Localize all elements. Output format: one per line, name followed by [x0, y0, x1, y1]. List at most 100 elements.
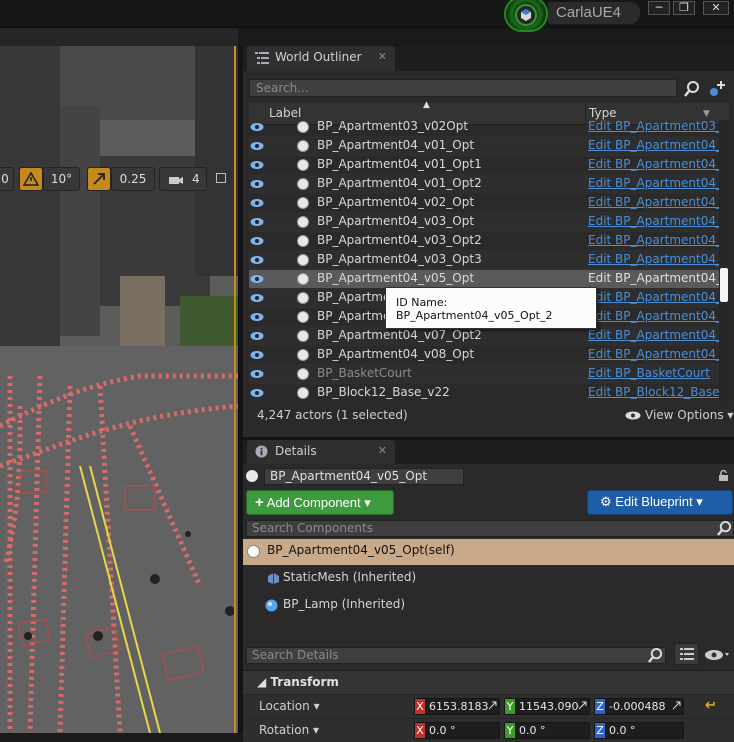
scale-snap-value[interactable]: 0.25	[111, 167, 155, 191]
tab-details[interactable]: Details ✕	[247, 440, 395, 464]
outliner-row[interactable]: BP_Apartment04_v03_Opt3 Edit BP_Apartment…	[249, 251, 719, 270]
eye-visibility-icon[interactable]	[250, 198, 264, 208]
outliner-row[interactable]: BP_BasketCourt Edit BP_BasketCourt	[249, 365, 719, 384]
search-icon[interactable]	[648, 648, 663, 663]
rotation-snap-value[interactable]: 10°	[43, 167, 80, 191]
eye-visibility-icon[interactable]	[250, 312, 264, 322]
search-icon[interactable]	[717, 521, 732, 536]
edit-blueprint-link[interactable]: Edit BP_Apartment04_	[588, 328, 719, 342]
search-components-input[interactable]: Search Components	[246, 520, 734, 537]
component-item-staticmesh[interactable]: StaticMesh (Inherited)	[243, 566, 734, 592]
search-icon[interactable]	[684, 81, 700, 97]
eye-visibility-icon[interactable]	[250, 141, 264, 151]
rotation-snap-toggle[interactable]	[19, 167, 43, 191]
outliner-search-input[interactable]: Search...	[249, 79, 677, 97]
location-y-field[interactable]: Y 11543.090€	[504, 698, 590, 715]
eye-visibility-icon[interactable]	[250, 236, 264, 246]
outliner-row[interactable]: BP_Apartment04_v01_Opt Edit BP_Apartment0…	[249, 137, 719, 156]
outliner-row[interactable]: BP_Apartment03_v02Opt Edit BP_Apartment03…	[249, 120, 719, 137]
rotation-z-field[interactable]: Z 0.0 °	[594, 722, 684, 739]
rotation-x-field[interactable]: X 0.0 °	[414, 722, 500, 739]
outliner-row[interactable]: BP_Apartment04_v03_Opt2 Edit BP_Apartment…	[249, 232, 719, 251]
property-matrix-button[interactable]	[674, 643, 699, 665]
edit-blueprint-link[interactable]: Edit BP_Apartment04_	[588, 347, 719, 361]
maximize-button[interactable]: ❐	[673, 1, 695, 15]
search-details-input[interactable]: Search Details	[246, 647, 666, 664]
add-component-button[interactable]: + Add Component ▾	[246, 490, 394, 515]
outliner-row[interactable]: BP_Apartment04_v01_Opt2 Edit BP_Apartment…	[249, 175, 719, 194]
location-z-value: -0.000488	[609, 700, 666, 713]
eye-visibility-icon[interactable]	[250, 160, 264, 170]
scale-snap-toggle[interactable]	[87, 167, 111, 191]
eye-visibility-icon[interactable]	[250, 217, 264, 227]
edit-blueprint-link[interactable]: Edit BP_BasketCourt	[588, 366, 719, 380]
eye-visibility-icon[interactable]	[250, 369, 264, 379]
outliner-row[interactable]: BP_Apartment04_v08_Opt Edit BP_Apartment0…	[249, 346, 719, 365]
outliner-row[interactable]: BP_Block12_Base_v22 Edit BP_Block12_Base	[249, 384, 719, 401]
edit-blueprint-link[interactable]: Edit BP_Apartment04_	[588, 176, 719, 190]
tab-world-outliner[interactable]: World Outliner ✕	[247, 46, 395, 71]
close-tab-icon[interactable]: ✕	[378, 444, 387, 457]
eye-visibility-icon[interactable]	[250, 350, 264, 360]
actor-name-input[interactable]: BP_Apartment04_v05_Opt	[264, 468, 464, 485]
outliner-row[interactable]: BP_Apartment04_v03_Opt Edit BP_Apartment0…	[249, 213, 719, 232]
edit-blueprint-link[interactable]: Edit BP_Apartment04_	[588, 138, 719, 152]
edit-blueprint-link[interactable]: Edit BP_Block12_Base	[588, 385, 719, 399]
location-x-field[interactable]: X 6153.8183!	[414, 698, 500, 715]
drag-handle-icon[interactable]	[488, 701, 497, 710]
outliner-scrollbar[interactable]	[719, 120, 729, 401]
level-viewport[interactable]: 0 10° 0.25 4	[0, 46, 238, 733]
rotation-z-value: 0.0 °	[609, 724, 636, 737]
edit-blueprint-button[interactable]: ⚙ Edit Blueprint ▾	[587, 490, 733, 515]
eye-visibility-icon[interactable]	[250, 255, 264, 265]
edit-blueprint-link[interactable]: Edit BP_Apartment04_	[588, 271, 719, 285]
maximize-viewport-icon[interactable]	[216, 173, 226, 183]
eye-visibility-icon[interactable]	[250, 274, 264, 284]
actor-label: BP_Apartment04_v03_Opt3	[317, 252, 482, 266]
actor-sphere-icon	[297, 292, 309, 304]
actor-sphere-icon	[297, 216, 309, 228]
grid-snap-value[interactable]: 0	[0, 167, 14, 191]
edit-blueprint-link[interactable]: Edit BP_Apartment04_	[588, 157, 719, 171]
edit-blueprint-link[interactable]: Edit BP_Apartment04_	[588, 214, 719, 228]
add-folder-icon[interactable]	[708, 80, 726, 98]
actor-label: BP_Apartme	[317, 290, 391, 304]
outliner-row[interactable]: BP_Apartment04_v02_Opt Edit BP_Apartment0…	[249, 194, 719, 213]
reset-to-default-icon[interactable]	[704, 700, 716, 710]
outliner-row[interactable]: BP_Apartment04_v07_Opt2 Edit BP_Apartment…	[249, 327, 719, 346]
rotation-label[interactable]: Rotation ▾	[259, 723, 319, 737]
rotation-y-field[interactable]: Y 0.0 °	[504, 722, 590, 739]
edit-blueprint-link[interactable]: Edit BP_Apartment04_	[588, 252, 719, 266]
camera-speed-button[interactable]: 4	[159, 167, 207, 191]
location-label[interactable]: Location ▾	[259, 699, 320, 713]
drag-handle-icon[interactable]	[672, 701, 681, 710]
transform-section-header[interactable]: ◢ Transform	[243, 670, 734, 694]
transform-title: Transform	[270, 675, 339, 689]
edit-blueprint-link[interactable]: Edit BP_Apartment03_	[588, 120, 719, 133]
visibility-filter-icon[interactable]	[704, 648, 732, 662]
column-type-header[interactable]: Type	[589, 106, 617, 120]
drag-handle-icon[interactable]	[578, 701, 587, 710]
chevron-down-icon[interactable]: ▼	[703, 109, 710, 119]
view-options-button[interactable]: View Options ▾	[625, 408, 733, 422]
component-item-bp-lamp[interactable]: BP_Lamp (Inherited)	[243, 593, 734, 619]
scrollbar-thumb[interactable]	[720, 268, 728, 302]
eye-visibility-icon[interactable]	[250, 388, 264, 398]
location-z-field[interactable]: Z -0.000488	[594, 698, 684, 715]
edit-blueprint-link[interactable]: Edit BP_Apartment04_	[588, 195, 719, 209]
lock-icon[interactable]	[718, 470, 729, 481]
component-item-self[interactable]: BP_Apartment04_v05_Opt(self)	[243, 539, 734, 565]
close-window-button[interactable]: ✕	[703, 1, 729, 15]
edit-blueprint-link[interactable]: Edit BP_Apartment04_	[588, 309, 719, 323]
edit-blueprint-link[interactable]: Edit BP_Apartment04_	[588, 290, 719, 304]
eye-visibility-icon[interactable]	[250, 179, 264, 189]
eye-visibility-icon[interactable]	[250, 331, 264, 341]
eye-visibility-icon[interactable]	[250, 122, 264, 132]
actor-sphere-icon	[297, 159, 309, 171]
outliner-row[interactable]: BP_Apartment04_v01_Opt1 Edit BP_Apartment…	[249, 156, 719, 175]
edit-blueprint-link[interactable]: Edit BP_Apartment04_	[588, 233, 719, 247]
column-label-header[interactable]: Label	[269, 106, 301, 120]
eye-visibility-icon[interactable]	[250, 293, 264, 303]
close-tab-icon[interactable]: ✕	[378, 50, 387, 63]
minimize-button[interactable]: ─	[648, 1, 670, 15]
